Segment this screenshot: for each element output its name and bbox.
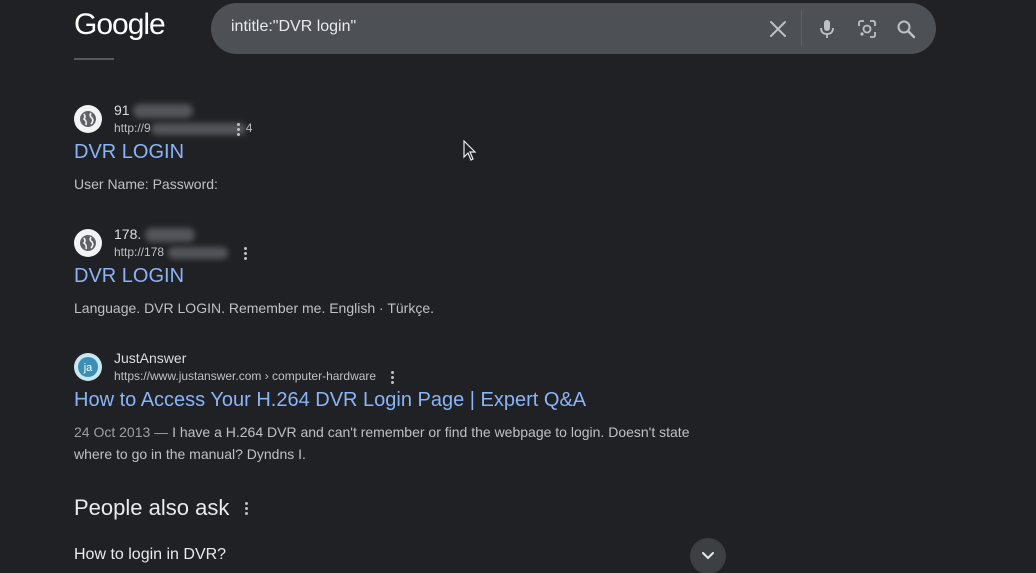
search-icon[interactable] (893, 16, 919, 42)
mouse-cursor-icon (463, 140, 477, 161)
search-result: 91 http://9 4 DVR LOGIN User Name: Passwo… (74, 102, 734, 202)
search-result: ja JustAnswer https://www.justanswer.com… (74, 350, 734, 470)
search-input[interactable]: intitle:"DVR login" (231, 18, 356, 36)
globe-icon (74, 229, 102, 257)
redacted-text (133, 104, 194, 119)
close-icon[interactable] (765, 16, 791, 42)
result-snippet: 24 Oct 2013 — I have a H.264 DVR and can… (74, 424, 690, 462)
redacted-text (145, 228, 196, 243)
result-snippet: User Name: Password: (74, 176, 218, 192)
result-site-name: JustAnswer (114, 350, 187, 366)
search-result: 178. http://178 DVR LOGIN Language. DVR … (74, 226, 734, 326)
result-url[interactable]: http://178 (114, 245, 229, 259)
svg-text:ja: ja (83, 362, 93, 374)
result-site-name: 91 (114, 102, 194, 119)
mic-icon[interactable] (814, 16, 840, 42)
result-title-link[interactable]: DVR LOGIN (74, 141, 184, 164)
people-also-ask-heading: People also ask (74, 495, 230, 520)
google-logo[interactable]: Google (74, 8, 166, 42)
chevron-down-icon[interactable] (690, 538, 726, 573)
more-options-icon[interactable] (385, 369, 399, 385)
result-snippet: Language. DVR LOGIN. Remember me. Englis… (74, 300, 435, 316)
more-options-icon[interactable] (238, 245, 252, 261)
result-site-name: 178. (114, 226, 196, 243)
header: Google intitle:"DVR login" (0, 0, 1036, 56)
more-options-icon[interactable] (231, 121, 245, 137)
justanswer-favicon: ja (74, 353, 102, 381)
camera-lens-icon[interactable] (854, 16, 880, 42)
result-date: 24 Oct 2013 — (74, 424, 173, 440)
search-results-page: Google intitle:"DVR login" 91 http://9 4… (0, 0, 1036, 573)
paa-question[interactable]: How to login in DVR? (74, 546, 226, 564)
search-divider (801, 10, 802, 46)
result-title-link[interactable]: DVR LOGIN (74, 265, 184, 288)
search-box[interactable]: intitle:"DVR login" (211, 3, 936, 54)
result-url[interactable]: https://www.justanswer.com › computer-ha… (114, 369, 376, 383)
redacted-text (168, 246, 229, 259)
more-options-icon[interactable] (239, 500, 253, 516)
globe-icon (74, 105, 102, 133)
result-title-link[interactable]: How to Access Your H.264 DVR Login Page … (74, 389, 586, 412)
